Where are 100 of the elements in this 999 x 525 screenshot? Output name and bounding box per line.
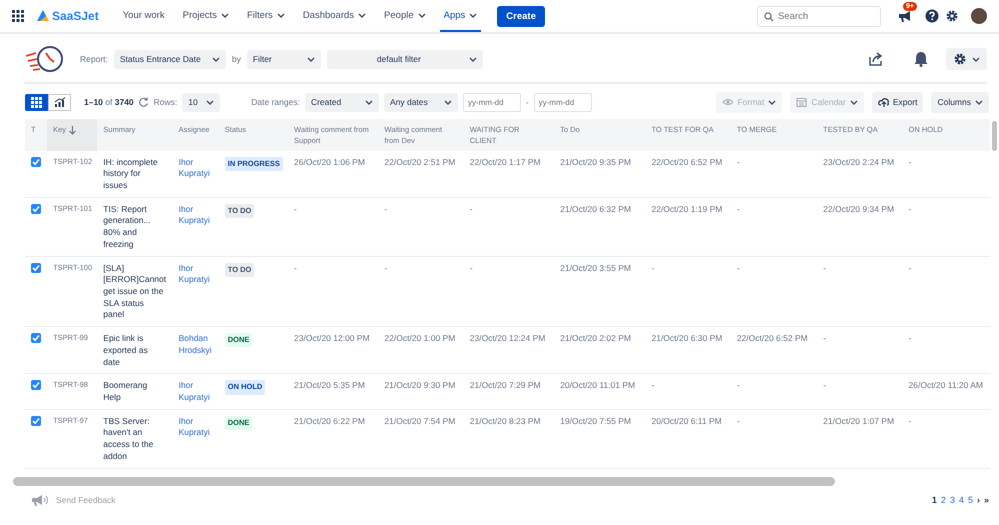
search-icon: [764, 12, 774, 22]
date-cell: -: [823, 262, 826, 273]
date-cell: 22/Oct/20 6:52 PM: [736, 333, 808, 344]
caret-icon: [212, 56, 220, 62]
caret-icon: [975, 100, 983, 104]
checkbox[interactable]: [31, 380, 41, 390]
nav-menu-item[interactable]: Dashboards: [298, 0, 370, 32]
date-cell: -: [908, 333, 912, 344]
checkbox[interactable]: [31, 416, 41, 426]
date-to-field[interactable]: yy-mm-dd: [534, 92, 592, 112]
next-page-link[interactable]: ›: [976, 495, 980, 505]
grid-icon: [31, 96, 42, 108]
date-preset-dropdown[interactable]: Any dates: [384, 92, 458, 112]
date-cell: 21/Oct/20 1:07 PM: [823, 416, 894, 426]
date-cell: 22/Oct/20 9:34 PM: [823, 204, 894, 214]
date-ranges-label: Date ranges:: [251, 97, 300, 107]
date-cell: -: [908, 262, 912, 273]
date-cell: 21/Oct/20 6:30 PM: [651, 333, 722, 344]
stopwatch-icon: [24, 44, 66, 74]
date-cell: 22/Oct/20 6:52 PM: [651, 156, 722, 166]
cloud-upload-icon: [878, 96, 889, 108]
nav-menu-item[interactable]: Filters: [242, 0, 289, 32]
megaphone-icon: [30, 493, 50, 507]
filter-dropdown[interactable]: default filter: [326, 50, 483, 68]
report-dropdown[interactable]: Status Entrance Date: [114, 50, 226, 68]
date-from-field[interactable]: yy-mm-dd: [462, 92, 521, 112]
date-cell: -: [823, 380, 826, 390]
checkbox[interactable]: [31, 204, 41, 214]
chart-view-button[interactable]: [48, 94, 71, 110]
caret-icon: [768, 100, 776, 104]
help-icon[interactable]: [925, 9, 939, 23]
last-page-link[interactable]: »: [984, 495, 989, 505]
settings-icon[interactable]: [945, 9, 959, 23]
share-icon[interactable]: [868, 52, 884, 66]
megaphone-icon[interactable]: [897, 9, 913, 23]
nav-menu-item[interactable]: Projects: [178, 0, 233, 32]
filter-type-dropdown[interactable]: Filter: [246, 50, 321, 68]
date-field-dropdown[interactable]: Created: [304, 92, 379, 112]
assignee-link[interactable]: Ihor Kupratyi: [178, 416, 213, 440]
checkbox[interactable]: [31, 156, 41, 166]
date-cell: -: [651, 262, 654, 273]
bell-icon[interactable]: [914, 51, 928, 67]
date-cell: -: [908, 416, 912, 426]
issue-summary: TIS: Report generation... 80% and freezing: [103, 204, 151, 249]
create-button[interactable]: Create: [497, 6, 545, 26]
checkbox[interactable]: [31, 333, 41, 344]
caret-icon: [358, 12, 366, 18]
checkbox[interactable]: [31, 262, 41, 273]
search-field[interactable]: Search: [757, 6, 881, 26]
caret-icon: [850, 100, 858, 104]
date-cell: -: [294, 262, 297, 273]
date-cell: -: [384, 262, 388, 273]
app-grid-icon[interactable]: [12, 10, 24, 22]
export-button[interactable]: Export: [872, 92, 924, 112]
caret-icon: [306, 56, 315, 62]
grid-view-button[interactable]: [25, 94, 48, 110]
date-cell: 21/Oct/20 7:29 PM: [470, 380, 541, 390]
date-cell: 20/Oct/20 6:11 PM: [651, 416, 722, 426]
assignee-link[interactable]: Ihor Kupratyi: [178, 262, 213, 286]
date-cell: -: [736, 380, 740, 390]
nav-menu-item[interactable]: People: [380, 0, 430, 32]
nav-menu-item[interactable]: Your work: [118, 0, 169, 32]
date-cell: -: [908, 204, 912, 214]
date-cell: -: [651, 380, 654, 390]
rows-dropdown[interactable]: 10: [182, 92, 220, 112]
date-cell: 22/Oct/20 1:00 PM: [384, 333, 456, 344]
date-cell: -: [470, 262, 473, 273]
horizontal-scrollbar[interactable]: [13, 477, 835, 486]
caret-icon: [469, 12, 478, 18]
page-link[interactable]: 3: [950, 495, 955, 505]
page-link[interactable]: 4: [958, 495, 964, 505]
assignee-link[interactable]: Bohdan Hrodskyi: [178, 333, 213, 357]
refresh-icon[interactable]: [138, 97, 149, 107]
date-cell: 22/Oct/20 1:17 PM: [470, 156, 541, 166]
page-link[interactable]: 1: [932, 495, 937, 505]
bar-chart-icon: [54, 96, 66, 108]
avatar[interactable]: [971, 8, 987, 24]
nav-menu-item[interactable]: Apps: [440, 0, 482, 32]
assignee-link[interactable]: Ihor Kupratyi: [178, 156, 213, 180]
caret-icon: [972, 56, 980, 62]
page-link[interactable]: 2: [940, 495, 946, 505]
issue-summary: TBS Server: haven't an access to the addon: [103, 416, 154, 461]
send-feedback-link[interactable]: Send Feedback: [30, 493, 116, 507]
settings-dropdown[interactable]: [946, 48, 987, 70]
result-count: 1–10 of 3740: [84, 97, 134, 107]
vertical-scrollbar[interactable]: [992, 121, 997, 151]
date-cell: 26/Oct/20 11:20 AM: [908, 380, 984, 390]
date-cell: 21/Oct/20 6:22 PM: [294, 416, 365, 426]
date-cell: 19/Oct/20 7:55 PM: [560, 416, 631, 426]
columns-button[interactable]: Columns: [931, 92, 989, 112]
assignee-link[interactable]: Ihor Kupratyi: [178, 204, 213, 228]
page-link[interactable]: 5: [968, 495, 973, 505]
date-cell: -: [736, 262, 740, 273]
by-label: by: [232, 54, 241, 64]
caret-icon: [276, 12, 285, 18]
date-cell: 22/Oct/20 1:19 PM: [651, 204, 722, 214]
issue-summary: IH: incomplete history for issues: [103, 156, 158, 190]
date-cell: -: [294, 204, 297, 214]
assignee-link[interactable]: Ihor Kupratyi: [178, 380, 213, 404]
logo-icon: [36, 9, 50, 23]
